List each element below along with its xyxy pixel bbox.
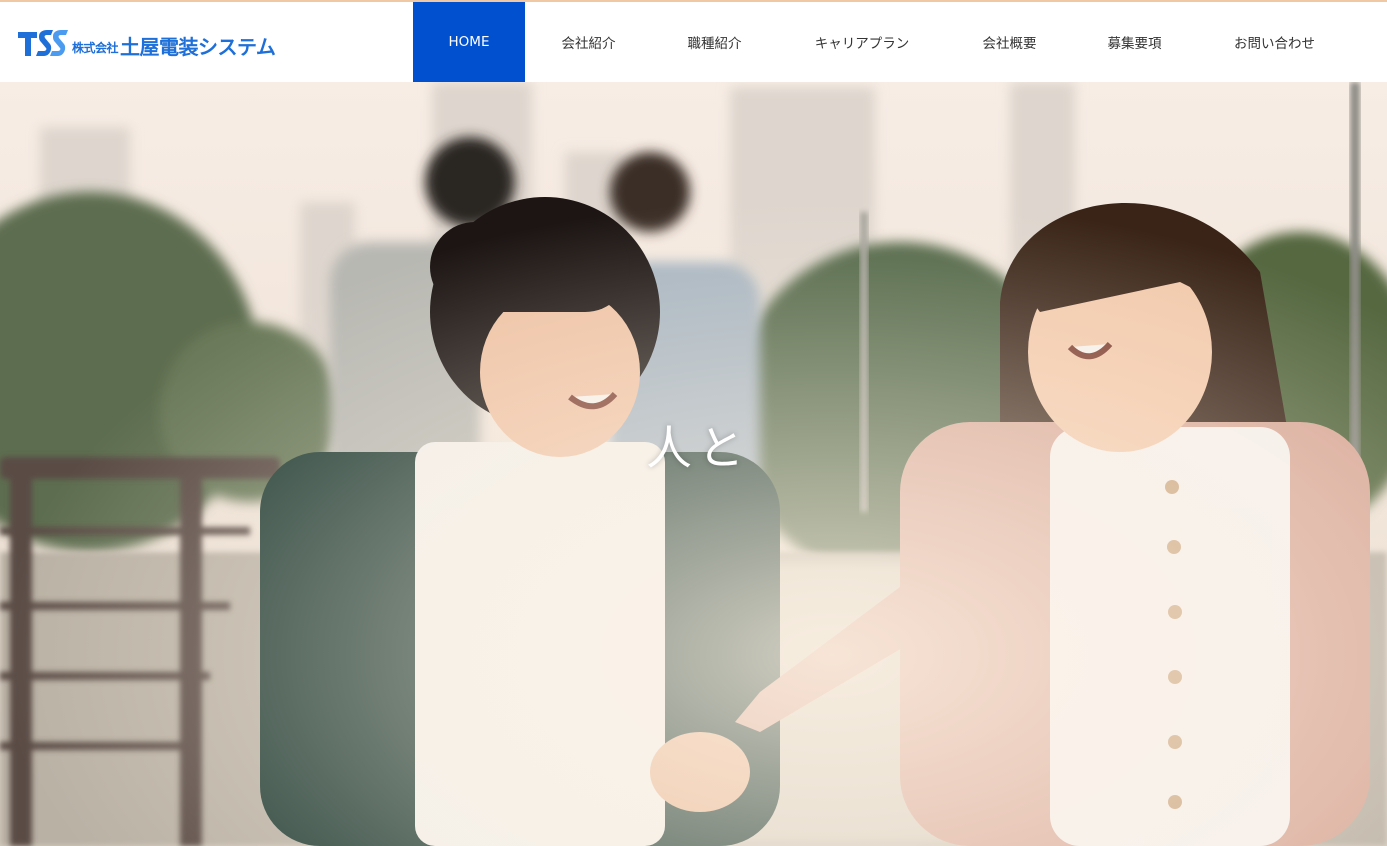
site-header: 株式会社 土屋電装システム HOME 会社紹介 職種紹介 キャリアプラン 会社概… <box>0 2 1387 82</box>
nav-home[interactable]: HOME <box>413 2 525 82</box>
hero-section: 人と <box>0 82 1387 846</box>
hero-caption: 人と <box>646 421 750 475</box>
nav-recruitment[interactable]: 募集要項 <box>1072 2 1197 82</box>
company-logo[interactable]: 株式会社 土屋電装システム <box>17 26 276 60</box>
company-name: 土屋電装システム <box>120 34 276 59</box>
nav-job-types[interactable]: 職種紹介 <box>652 2 777 82</box>
nav-career-plan[interactable]: キャリアプラン <box>777 2 947 82</box>
nav-contact[interactable]: お問い合わせ <box>1197 2 1352 82</box>
tss-logo-mark-icon <box>18 30 68 56</box>
main-nav: HOME 会社紹介 職種紹介 キャリアプラン 会社概要 募集要項 お問い合わせ <box>413 2 1352 82</box>
company-prefix: 株式会社 <box>72 40 119 55</box>
nav-company-overview[interactable]: 会社概要 <box>947 2 1072 82</box>
nav-company-intro[interactable]: 会社紹介 <box>525 2 652 82</box>
